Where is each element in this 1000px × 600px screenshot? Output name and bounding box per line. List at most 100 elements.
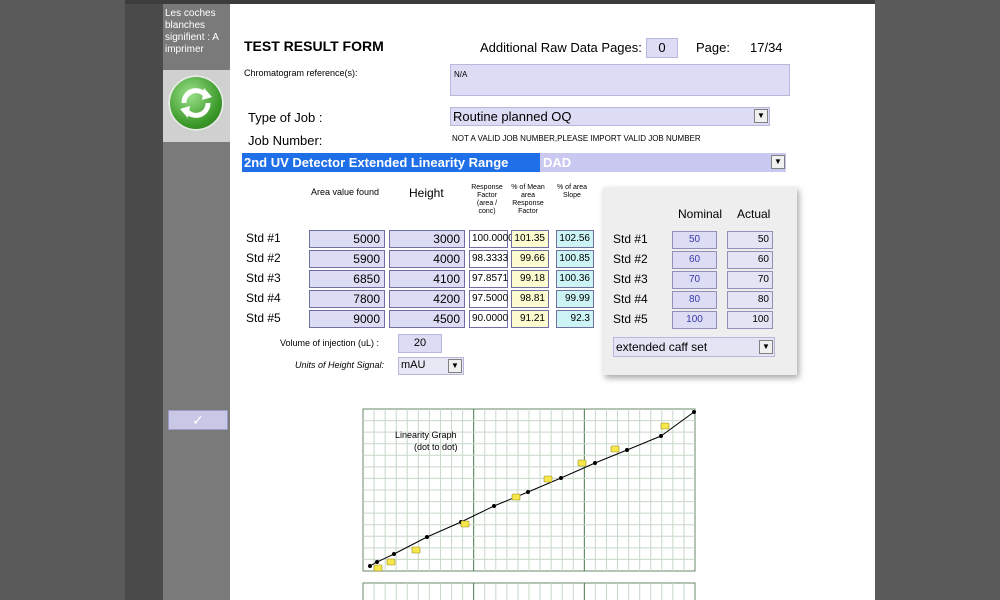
- sidebar: Les coches blanches signifient : A impri…: [163, 4, 230, 600]
- linearity-graph: Linearity Graph (dot to dot): [362, 408, 696, 600]
- window-left-border: [125, 0, 163, 600]
- detector-select[interactable]: 2nd UV Detector Extended Linearity Range…: [242, 153, 786, 172]
- graph-point: [392, 552, 396, 556]
- area-field[interactable]: 9000: [309, 310, 385, 328]
- graph-point: [625, 448, 629, 452]
- chevron-down-icon[interactable]: ▼: [759, 340, 773, 354]
- nominal-header: Nominal: [678, 207, 723, 221]
- panel-row-label: Std #2: [613, 252, 648, 266]
- height-field[interactable]: 3000: [389, 230, 465, 248]
- header-slope: % of area Slope: [557, 184, 587, 199]
- type-of-job-select[interactable]: Routine planned OQ ▼: [450, 107, 770, 126]
- slope-percent-cell: 100.85: [556, 250, 594, 268]
- comment-icon[interactable]: [460, 520, 470, 528]
- chevron-down-icon[interactable]: ▼: [448, 359, 462, 373]
- row-label: Std #4: [246, 291, 281, 305]
- comment-icon[interactable]: [511, 493, 521, 501]
- comment-icon[interactable]: [660, 422, 670, 430]
- graph-point: [692, 410, 696, 414]
- row-label: Std #2: [246, 251, 281, 265]
- header-mean: % of Mean area Response Factor: [511, 184, 545, 215]
- panel-row-label: Std #1: [613, 232, 648, 246]
- comment-icon[interactable]: [386, 558, 396, 566]
- graph-point: [492, 504, 496, 508]
- response-factor-cell: 98.3333: [469, 250, 508, 268]
- mean-percent-cell: 99.66: [511, 250, 549, 268]
- graph-point: [526, 490, 530, 494]
- actual-field[interactable]: 50: [727, 231, 773, 249]
- row-label: Std #1: [246, 231, 281, 245]
- height-field[interactable]: 4000: [389, 250, 465, 268]
- nominal-field[interactable]: 70: [672, 271, 717, 289]
- header-area: Area value found: [311, 187, 380, 197]
- graph-label-line2: (dot to dot): [414, 442, 458, 452]
- panel-row-label: Std #4: [613, 292, 648, 306]
- slope-percent-cell: 92.3: [556, 310, 594, 328]
- mean-percent-cell: 98.81: [511, 290, 549, 308]
- detector-value: DAD: [543, 155, 572, 170]
- type-of-job-value: Routine planned OQ: [453, 109, 572, 124]
- actual-field[interactable]: 100: [727, 311, 773, 329]
- comment-icon[interactable]: [411, 546, 421, 554]
- mean-percent-cell: 101.35: [511, 230, 549, 248]
- actual-field[interactable]: 60: [727, 251, 773, 269]
- actual-field[interactable]: 70: [727, 271, 773, 289]
- panel-row-label: Std #3: [613, 272, 648, 286]
- job-number-value: NOT A VALID JOB NUMBER,PLEASE IMPORT VAL…: [452, 134, 701, 143]
- form-title: TEST RESULT FORM: [244, 38, 384, 54]
- units-select[interactable]: mAU ▼: [398, 357, 464, 375]
- height-field[interactable]: 4500: [389, 310, 465, 328]
- graph-point: [593, 461, 597, 465]
- background-left: [0, 0, 125, 600]
- response-factor-cell: 100.0000: [469, 230, 514, 248]
- detector-title: 2nd UV Detector Extended Linearity Range: [242, 153, 540, 172]
- volume-label: Volume of injection (uL) :: [280, 338, 380, 348]
- slope-percent-cell: 99.99: [556, 290, 594, 308]
- comment-icon[interactable]: [543, 475, 553, 483]
- mean-percent-cell: 91.21: [511, 310, 549, 328]
- graph-point: [368, 564, 372, 568]
- response-factor-cell: 97.8571: [469, 270, 508, 288]
- header-height: Height: [409, 186, 444, 200]
- nominal-field[interactable]: 100: [672, 311, 717, 329]
- graph-point: [659, 434, 663, 438]
- area-field[interactable]: 6850: [309, 270, 385, 288]
- chevron-down-icon[interactable]: ▼: [754, 109, 768, 123]
- height-field[interactable]: 4200: [389, 290, 465, 308]
- row-label: Std #5: [246, 311, 281, 325]
- chevron-down-icon[interactable]: ▼: [771, 155, 785, 169]
- graph-point: [425, 535, 429, 539]
- area-field[interactable]: 7800: [309, 290, 385, 308]
- volume-field[interactable]: 20: [398, 334, 442, 353]
- height-field[interactable]: 4100: [389, 270, 465, 288]
- chromatogram-label: Chromatogram reference(s):: [244, 68, 358, 78]
- nominal-field[interactable]: 50: [672, 231, 717, 249]
- set-select[interactable]: extended caff set ▼: [613, 337, 775, 357]
- slope-percent-cell: 102.56: [556, 230, 594, 248]
- comment-icon[interactable]: [577, 459, 587, 467]
- nominal-actual-panel: Nominal Actual Std #1 50 50 Std #2 60 60…: [603, 187, 797, 375]
- area-field[interactable]: 5900: [309, 250, 385, 268]
- nominal-field[interactable]: 80: [672, 291, 717, 309]
- chromatogram-field[interactable]: N/A: [450, 64, 790, 96]
- units-label: Units of Height Signal:: [295, 360, 385, 370]
- actual-header: Actual: [737, 207, 771, 221]
- print-checkbox[interactable]: ✓: [168, 410, 228, 430]
- additional-pages-field[interactable]: 0: [646, 38, 678, 58]
- mean-percent-cell: 99.18: [511, 270, 549, 288]
- graph-point: [559, 476, 563, 480]
- nominal-field[interactable]: 60: [672, 251, 717, 269]
- panel-row-label: Std #5: [613, 312, 648, 326]
- header-response: Response Factor (area / conc): [471, 184, 503, 215]
- additional-pages-label: Additional Raw Data Pages:: [480, 40, 642, 55]
- comment-icon[interactable]: [610, 445, 620, 453]
- refresh-button[interactable]: [163, 70, 230, 142]
- response-factor-cell: 97.5000: [469, 290, 508, 308]
- row-label: Std #3: [246, 271, 281, 285]
- comment-icon[interactable]: [373, 564, 383, 572]
- actual-field[interactable]: 80: [727, 291, 773, 309]
- job-number-label: Job Number:: [248, 133, 323, 148]
- set-value: extended caff set: [616, 340, 708, 354]
- area-field[interactable]: 5000: [309, 230, 385, 248]
- page-label: Page:: [696, 40, 730, 55]
